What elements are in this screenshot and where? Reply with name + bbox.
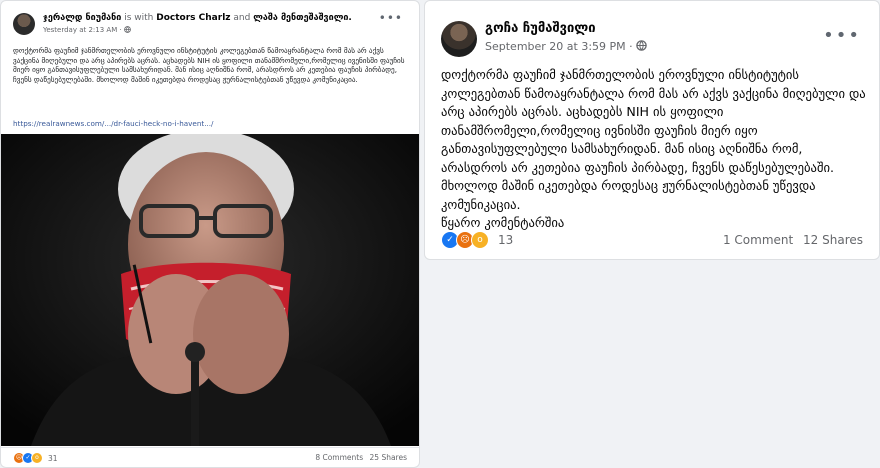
post-photo[interactable] [1, 134, 419, 446]
shares-link[interactable]: 25 Shares [370, 453, 407, 462]
post-footer: ☹ ✓ o 31 8 Comments 25 Shares [1, 447, 419, 467]
author-name[interactable]: ჯერალდ ნიუმანი [43, 13, 121, 23]
engagement-stats: 1 Comment 12 Shares [723, 233, 863, 247]
post-card-left: ჯერალდ ნიუმანი is with Doctors Charlz an… [0, 0, 420, 468]
post-timestamp[interactable]: September 20 at 3:59 PM · [485, 40, 633, 53]
shares-link[interactable]: 12 Shares [803, 233, 863, 247]
author-avatar[interactable] [13, 13, 35, 35]
author-name[interactable]: გოჩა ჩუმაშვილი [485, 21, 596, 36]
author-line: ჯერალდ ნიუმანი is with Doctors Charlz an… [43, 13, 352, 23]
reaction-count: 13 [498, 233, 514, 247]
post-meta: September 20 at 3:59 PM · [485, 40, 647, 53]
comments-link[interactable]: 8 Comments [315, 453, 363, 462]
tagged-person-1[interactable]: Doctors Charlz [156, 13, 230, 23]
and-text: and [233, 13, 251, 23]
engagement-stats: 8 Comments 25 Shares [315, 453, 407, 462]
post-header: ჯერალდ ნიუმანი is with Doctors Charlz an… [13, 11, 409, 39]
wow-icon: o [31, 452, 43, 464]
post-link[interactable]: https://realrawnews.com/.../dr-fauci-hec… [13, 119, 213, 128]
with-text: is with [124, 13, 154, 23]
post-text-container: დოქტორმა ფაუჩიმ ჯანმრთელობის ეროვნული ინ… [441, 66, 871, 233]
globe-icon [124, 26, 131, 33]
wow-icon: o [471, 231, 489, 249]
post-card-right: გოჩა ჩუმაშვილი September 20 at 3:59 PM ·… [424, 0, 880, 260]
more-options-icon[interactable]: ••• [823, 25, 861, 46]
tagged-person-2[interactable]: ლაშა მენთეშაშვილი. [253, 13, 352, 23]
post-meta: Yesterday at 2:13 AM · [43, 26, 131, 34]
post-text: დოქტორმა ფაუჩიმ ჯანმრთელობის ეროვნული ინ… [13, 46, 405, 84]
reaction-count: 31 [48, 453, 58, 463]
portrait-image [1, 134, 419, 446]
post-text: დოქტორმა ფაუჩიმ ჯანმრთელობის ეროვნული ინ… [441, 67, 866, 212]
globe-icon [636, 40, 647, 51]
more-options-icon[interactable]: ••• [379, 11, 403, 25]
comments-link[interactable]: 1 Comment [723, 233, 793, 247]
source-note: წყარო კომენტარშია [441, 215, 565, 230]
reactions[interactable]: ✓ ☹ o 13 [441, 231, 513, 249]
author-avatar[interactable] [441, 21, 477, 57]
reactions[interactable]: ☹ ✓ o 31 [13, 452, 58, 464]
post-timestamp[interactable]: Yesterday at 2:13 AM · [43, 26, 122, 34]
